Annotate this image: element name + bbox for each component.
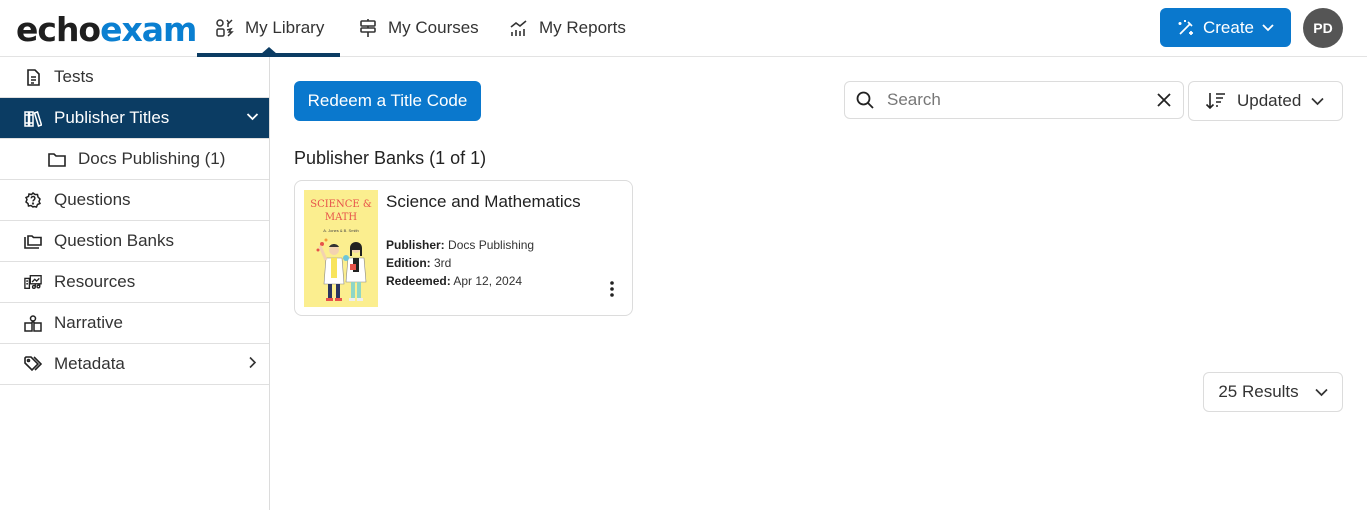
tab-my-courses[interactable]: My Courses — [358, 0, 479, 56]
publisher-bank-card[interactable]: SCIENCE & MATH A. Jones & B. Smith Scien… — [294, 180, 633, 316]
sidebar-item-questions[interactable]: Questions — [0, 180, 269, 221]
clear-search-icon[interactable] — [1157, 93, 1177, 107]
library-icon — [215, 18, 235, 38]
sort-label: Updated — [1237, 91, 1302, 110]
publisher-label: Publisher: — [386, 238, 445, 252]
chevron-down-icon — [1311, 97, 1324, 106]
redeemed-value: Apr 12, 2024 — [453, 274, 523, 288]
sidebar-item-label: Publisher Titles — [54, 108, 170, 127]
cover-title: SCIENCE & MATH — [310, 199, 372, 223]
reports-chart-icon — [509, 18, 529, 38]
sidebar-item-question-banks[interactable]: Question Banks — [0, 221, 269, 262]
test-document-icon — [24, 68, 42, 86]
section-title: Publisher Banks (1 of 1) — [294, 148, 487, 168]
sidebar-item-metadata[interactable]: Metadata — [0, 344, 269, 385]
cover-authors: A. Jones & B. Smith — [323, 228, 359, 233]
search-box — [844, 81, 1184, 119]
publisher-value: Docs Publishing — [448, 238, 535, 252]
books-icon — [24, 109, 42, 127]
logo-text-exam: exam — [100, 10, 197, 49]
chevron-down-icon — [1315, 388, 1328, 397]
tab-my-reports[interactable]: My Reports — [509, 0, 626, 56]
card-title[interactable]: Science and Mathematics — [386, 192, 581, 212]
more-options-icon[interactable] — [610, 281, 614, 297]
tab-my-library[interactable]: My Library — [197, 0, 340, 57]
search-input[interactable] — [887, 90, 1157, 110]
sidebar-item-label: Docs Publishing (1) — [78, 149, 226, 168]
redeemed-label: Redeemed: — [386, 274, 451, 288]
sort-descending-icon — [1205, 91, 1227, 111]
magic-wand-icon — [1177, 19, 1195, 37]
sidebar-item-label: Metadata — [54, 354, 125, 373]
question-icon — [24, 191, 42, 209]
create-button-label: Create — [1202, 17, 1255, 37]
chevron-down-icon — [1262, 23, 1274, 32]
card-redeemed: Redeemed: Apr 12, 2024 — [386, 274, 522, 288]
sidebar-item-label: Question Banks — [54, 231, 175, 250]
redeem-title-code-button[interactable]: Redeem a Title Code — [294, 81, 481, 121]
folders-icon — [24, 232, 42, 250]
signpost-icon — [358, 18, 378, 38]
chevron-right-icon — [246, 356, 259, 369]
results-per-page-dropdown[interactable]: 25 Results — [1203, 372, 1343, 412]
sidebar-item-docs-publishing[interactable]: Docs Publishing (1) — [0, 139, 269, 180]
resources-media-icon — [24, 273, 42, 291]
logo-text-echo: echo — [16, 10, 101, 49]
tab-label: My Courses — [388, 18, 479, 37]
tab-label: My Reports — [539, 18, 626, 37]
sidebar-item-narrative[interactable]: Narrative — [0, 303, 269, 344]
book-cover-image: SCIENCE & MATH A. Jones & B. Smith — [304, 190, 378, 307]
create-button[interactable]: Create — [1160, 8, 1291, 47]
main-content: Redeem a Title Code Updated Publisher Ba… — [271, 57, 1367, 510]
echoexam-logo[interactable]: echoexam — [16, 10, 197, 49]
sidebar-item-label: Tests — [54, 67, 94, 86]
search-icon — [855, 90, 877, 110]
chevron-down-icon — [246, 110, 259, 123]
card-publisher: Publisher: Docs Publishing — [386, 238, 534, 252]
edition-value: 3rd — [434, 256, 452, 270]
sidebar-item-tests[interactable]: Tests — [0, 57, 269, 98]
folder-icon — [48, 150, 66, 168]
sidebar: Tests Publisher Titles Docs Publishing (… — [0, 57, 270, 510]
user-avatar[interactable]: PD — [1303, 8, 1343, 48]
card-edition: Edition: 3rd — [386, 256, 451, 270]
sidebar-item-publisher-titles[interactable]: Publisher Titles — [0, 98, 269, 139]
sidebar-item-resources[interactable]: Resources — [0, 262, 269, 303]
tab-label: My Library — [245, 18, 325, 37]
narrative-reader-icon — [24, 314, 42, 332]
sidebar-item-label: Narrative — [54, 313, 123, 332]
edition-label: Edition: — [386, 256, 431, 270]
sidebar-item-label: Resources — [54, 272, 136, 291]
tags-icon — [24, 355, 42, 373]
sidebar-item-label: Questions — [54, 190, 131, 209]
sort-dropdown[interactable]: Updated — [1188, 81, 1343, 121]
top-navigation-bar: echoexam My Library My Courses My Report… — [0, 0, 1367, 57]
results-label: 25 Results — [1218, 382, 1299, 401]
cover-illustration — [316, 238, 367, 301]
